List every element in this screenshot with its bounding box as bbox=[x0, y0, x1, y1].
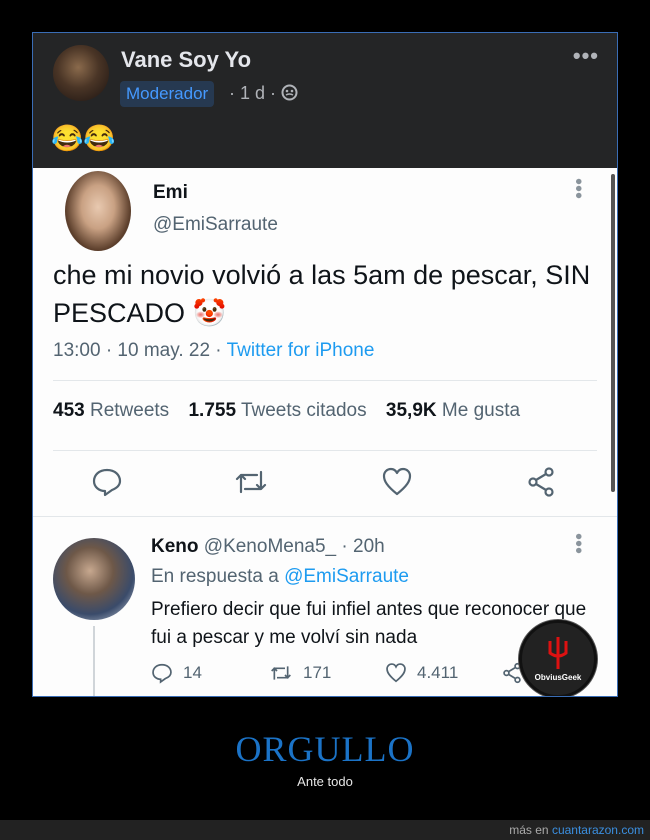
tweet-author-name[interactable]: Emi bbox=[153, 182, 188, 204]
watermark-text: ObviusGeek bbox=[534, 673, 582, 682]
watermark-logo: ObviusGeek bbox=[519, 620, 597, 696]
like-icon bbox=[386, 663, 406, 683]
divider bbox=[53, 450, 597, 451]
tweet-text: che mi novio volvió a las 5am de pescar,… bbox=[53, 260, 591, 328]
author-avatar[interactable] bbox=[53, 45, 109, 101]
reply-avatar[interactable] bbox=[53, 538, 135, 620]
in-reply-to: En respuesta a @EmiSarraute bbox=[151, 566, 409, 588]
reply-time: · 20h bbox=[341, 536, 385, 557]
retweet-icon[interactable] bbox=[233, 466, 269, 502]
share-icon[interactable] bbox=[525, 466, 561, 502]
tweet-time: 13:00 · 10 may. 22 · bbox=[53, 340, 227, 361]
likes-count: 35,9K bbox=[385, 400, 437, 421]
post-time: · 1 d · bbox=[229, 83, 298, 106]
in-reply-mention[interactable]: @EmiSarraute bbox=[284, 566, 409, 587]
scrollbar[interactable] bbox=[611, 174, 615, 492]
tweet-stats: 453 Retweets 1.755 Tweets citados 35,9K … bbox=[53, 400, 534, 422]
tweet-more-icon[interactable]: ••• bbox=[566, 178, 589, 199]
reply-icon[interactable] bbox=[91, 466, 127, 502]
reply-more-icon[interactable]: ••• bbox=[566, 533, 589, 554]
tweet-author-handle[interactable]: @EmiSarraute bbox=[153, 214, 278, 236]
more-options-icon[interactable]: ••• bbox=[573, 43, 599, 69]
quotes-label: Tweets citados bbox=[240, 400, 367, 421]
reply-author-handle[interactable]: @KenoMena5_ bbox=[204, 536, 336, 557]
reply-like-button[interactable]: 4.411 bbox=[385, 662, 458, 684]
reply-reply-button[interactable]: 14 bbox=[151, 662, 202, 684]
author-name[interactable]: Vane Soy Yo bbox=[121, 47, 251, 73]
reply-icon bbox=[152, 663, 172, 684]
reply-likes-count: 4.411 bbox=[417, 663, 459, 682]
caption-subtitle: Ante todo bbox=[297, 774, 353, 789]
retweets-stat[interactable]: 453 Retweets bbox=[53, 400, 169, 421]
caption-title: ORGULLO bbox=[235, 729, 415, 769]
reply-author-name[interactable]: Keno bbox=[151, 536, 199, 557]
divider bbox=[33, 516, 617, 517]
tweet-source[interactable]: Twitter for iPhone bbox=[227, 340, 375, 361]
divider bbox=[53, 380, 597, 381]
facebook-post-header: Vane Soy Yo Moderador · 1 d · ••• 😂😂 bbox=[33, 33, 617, 168]
quotes-count: 1.755 bbox=[188, 400, 237, 421]
post-text: 😂😂 bbox=[51, 123, 116, 153]
post-time-text: · 1 d · bbox=[229, 83, 277, 103]
trident-icon bbox=[548, 637, 568, 669]
like-icon[interactable] bbox=[381, 466, 417, 502]
footer-bar: más en cuantarazon.com bbox=[0, 820, 650, 840]
screenshot-frame: Vane Soy Yo Moderador · 1 d · ••• 😂😂 Emi… bbox=[32, 32, 618, 697]
footer-site-link[interactable]: cuantarazon.com bbox=[552, 823, 644, 837]
reply-retweet-button[interactable]: 171 bbox=[269, 662, 331, 684]
reply-replies-count: 14 bbox=[183, 663, 202, 682]
retweet-icon bbox=[271, 666, 291, 680]
retweets-label: Retweets bbox=[89, 400, 170, 421]
likes-label: Me gusta bbox=[441, 400, 521, 421]
retweets-count: 453 bbox=[53, 400, 85, 421]
likes-stat[interactable]: 35,9K Me gusta bbox=[386, 400, 520, 421]
tweet-actions bbox=[33, 466, 617, 506]
footer-text: más en cuantarazon.com bbox=[509, 823, 644, 837]
audience-icon bbox=[281, 84, 298, 106]
reply-retweets-count: 171 bbox=[303, 663, 332, 682]
quotes-stat[interactable]: 1.755 Tweets citados bbox=[188, 400, 366, 421]
reply-actions: 14 171 4.411 bbox=[151, 662, 571, 694]
moderator-badge: Moderador bbox=[120, 81, 215, 107]
tweet-card: Emi @EmiSarraute ••• che mi novio volvió… bbox=[33, 168, 617, 696]
in-reply-prefix: En respuesta a bbox=[151, 566, 279, 587]
tweet-avatar[interactable] bbox=[65, 171, 131, 251]
reply-header: Keno @KenoMena5_ · 20h bbox=[151, 536, 385, 558]
tweet-meta: 13:00 · 10 may. 22 · Twitter for iPhone bbox=[53, 340, 374, 362]
thread-line bbox=[93, 626, 95, 696]
footer-prefix: más en bbox=[509, 823, 549, 837]
